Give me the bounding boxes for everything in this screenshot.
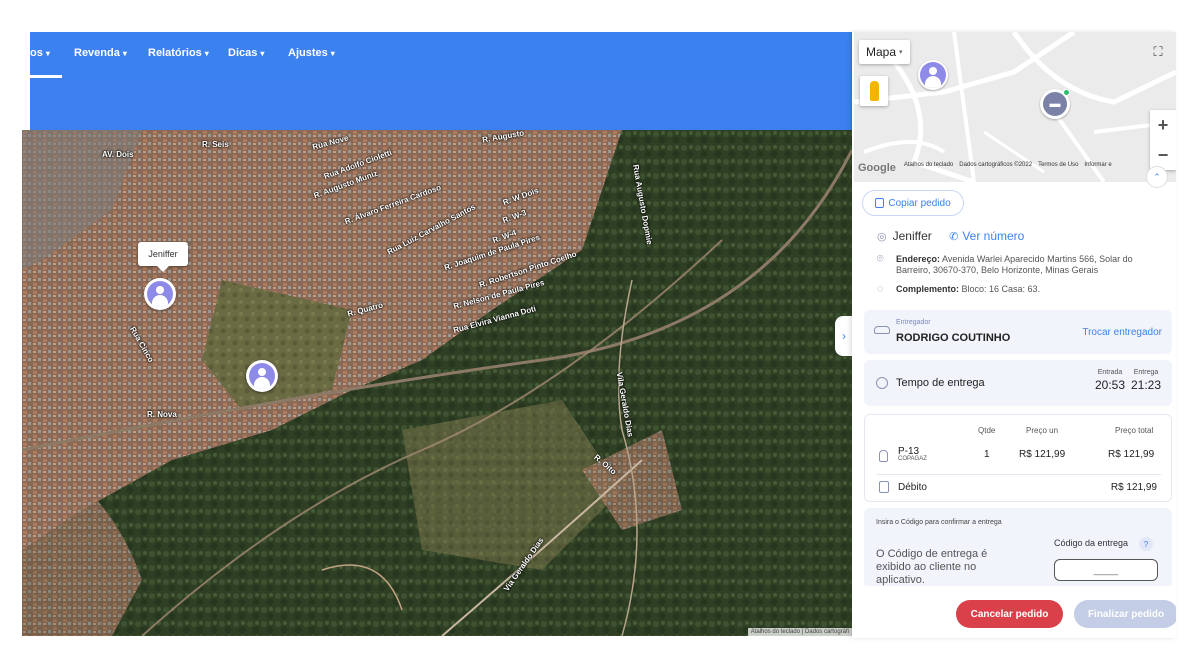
unit-price-header: Preço un xyxy=(1026,426,1059,435)
complement-text: Bloco: 16 Casa: 63. xyxy=(961,284,1041,294)
customer-name-row: ◎ Jeniffer ✆ Ver número xyxy=(877,229,1024,243)
location-pin[interactable] xyxy=(246,360,278,392)
chevron-down-icon: ▾ xyxy=(122,49,127,58)
address-row: ⌾ Endereço: Avenida Warlei Aparecido Mar… xyxy=(877,253,1133,276)
code-description: O Código de entrega é exibido ao cliente… xyxy=(876,548,988,586)
chevron-down-icon: ▾ xyxy=(45,49,50,58)
product-total-price: R$ 121,99 xyxy=(1108,449,1155,460)
sub-header-bar xyxy=(30,78,852,130)
order-details-panel: Mapa ▾ ⛶ ▬ + − Google Atalhos do teclado … xyxy=(852,32,1176,638)
panel-footer: Cancelar pedido Finalizar pedido xyxy=(852,586,1176,638)
qty-header: Qtde xyxy=(978,426,996,435)
tooltip-label: Jeniffer xyxy=(148,249,178,259)
map-terrain xyxy=(22,130,852,636)
close-icon[interactable]: × xyxy=(187,238,192,248)
chevron-down-icon: ▾ xyxy=(260,49,265,58)
location-pin-icon: ⌾ xyxy=(877,253,884,265)
delivery-time-card: Tempo de entrega Entrada 20:53 Entrega 21:… xyxy=(864,360,1172,406)
fullscreen-icon[interactable]: ⛶ xyxy=(1146,40,1170,64)
mini-map-attribution: Google Atalhos do teclado Dados cartográ… xyxy=(854,162,1176,174)
driver-label: Entregador xyxy=(896,319,931,326)
note-icon: ◌ xyxy=(877,283,884,295)
show-phone-link[interactable]: ✆ Ver número xyxy=(949,229,1024,243)
phone-icon: ✆ xyxy=(949,231,959,243)
customer-location-pin[interactable] xyxy=(918,60,948,90)
help-icon[interactable]: ? xyxy=(1139,537,1153,551)
payment-icon xyxy=(879,481,889,493)
delivery-time: Entrega 21:23 xyxy=(1131,369,1162,392)
nav-item-relatorios[interactable]: Relatórios ▾ xyxy=(148,47,209,59)
chevron-down-icon: ▾ xyxy=(899,49,903,56)
map-attribution[interactable]: Atalhos do teclado | Dados cartográfi xyxy=(747,628,852,636)
payment-method: Débito xyxy=(898,482,927,493)
code-title: Insira o Código para confirmar a entrega xyxy=(876,519,1002,526)
aerial-map[interactable]: AV. Dois Rua Nove R. Seis R. Augusto Rua… xyxy=(22,130,852,636)
chevron-right-icon: › xyxy=(842,329,846,343)
person-icon xyxy=(147,281,173,307)
customer-location-pin[interactable] xyxy=(144,278,176,310)
keyboard-shortcuts-link[interactable]: Atalhos do teclado xyxy=(904,162,953,174)
chevron-down-icon: ▾ xyxy=(330,49,335,58)
person-icon xyxy=(249,363,275,389)
entry-time: Entrada 20:53 xyxy=(1095,369,1126,392)
customer-name: Jeniffer xyxy=(892,229,932,243)
map-data-credit: Dados cartográficos ©2022 xyxy=(959,162,1033,168)
complement-row: ◌ Complemento: Bloco: 16 Casa: 63. xyxy=(877,283,1041,295)
terms-link[interactable]: Termos de Uso xyxy=(1038,162,1078,174)
nav-item-os[interactable]: os ▾ xyxy=(30,47,50,59)
order-items-card: Qtde Preço un Preço total P-13 COPAGAZ 1… xyxy=(864,414,1172,502)
mini-map[interactable]: Mapa ▾ ⛶ ▬ + − Google Atalhos do teclado … xyxy=(854,32,1176,182)
product-brand: COPAGAZ xyxy=(898,456,927,462)
top-nav-bar: os ▾ Revenda ▾ Relatórios ▾ Dicas ▾ Ajustes ▾ xyxy=(30,32,852,78)
online-status-dot xyxy=(1063,89,1070,96)
nav-item-dicas[interactable]: Dicas ▾ xyxy=(228,47,264,59)
zoom-in-button[interactable]: + xyxy=(1150,110,1176,140)
nav-item-ajustes[interactable]: Ajustes ▾ xyxy=(288,47,335,59)
finish-order-button[interactable]: Finalizar pedido xyxy=(1074,600,1176,628)
copy-order-button[interactable]: Copiar pedido xyxy=(862,190,964,216)
driver-location-pin[interactable]: ▬ xyxy=(1040,89,1070,119)
delivery-time-label: Tempo de entrega xyxy=(896,377,985,389)
car-icon xyxy=(874,326,890,334)
driver-name: RODRIGO COUTINHO xyxy=(896,332,1011,344)
delivery-code-card: Insira o Código para confirmar a entrega… xyxy=(864,508,1172,588)
street-label: R. Seis xyxy=(202,140,229,149)
map-type-selector[interactable]: Mapa ▾ xyxy=(859,40,910,64)
street-label: AV. Dois xyxy=(102,150,134,159)
clock-icon xyxy=(876,377,888,389)
user-icon: ◎ xyxy=(877,231,887,243)
driver-card: Entregador RODRIGO COUTINHO Trocar entre… xyxy=(864,310,1172,354)
divider xyxy=(877,474,1161,475)
total-price-header: Preço total xyxy=(1115,426,1154,435)
gas-cylinder-icon xyxy=(879,450,888,462)
chevron-down-icon: ▾ xyxy=(204,49,209,58)
person-icon xyxy=(920,62,946,88)
report-link[interactable]: Informar e xyxy=(1084,162,1111,174)
chevron-up-icon[interactable]: ⌃ xyxy=(1146,166,1168,188)
zoom-controls: + − xyxy=(1150,110,1176,170)
code-field-label: Código da entrega xyxy=(1054,538,1129,548)
cancel-order-button[interactable]: Cancelar pedido xyxy=(956,600,1063,628)
payment-total: R$ 121,99 xyxy=(1110,482,1157,493)
nav-item-revenda[interactable]: Revenda ▾ xyxy=(74,47,127,59)
google-logo: Google xyxy=(858,162,896,174)
product-unit-price: R$ 121,99 xyxy=(1019,449,1066,460)
change-driver-link[interactable]: Trocar entregador xyxy=(1082,327,1162,338)
street-view-pegman-icon[interactable] xyxy=(860,76,888,106)
car-icon: ▬ xyxy=(1043,92,1067,116)
customer-tooltip: Jeniffer × xyxy=(138,238,192,272)
product-qty: 1 xyxy=(984,449,990,460)
delivery-code-input[interactable] xyxy=(1054,559,1158,581)
collapse-panel-button[interactable]: › xyxy=(835,316,853,356)
street-label: R. Nova xyxy=(147,410,177,419)
copy-icon xyxy=(875,198,885,208)
